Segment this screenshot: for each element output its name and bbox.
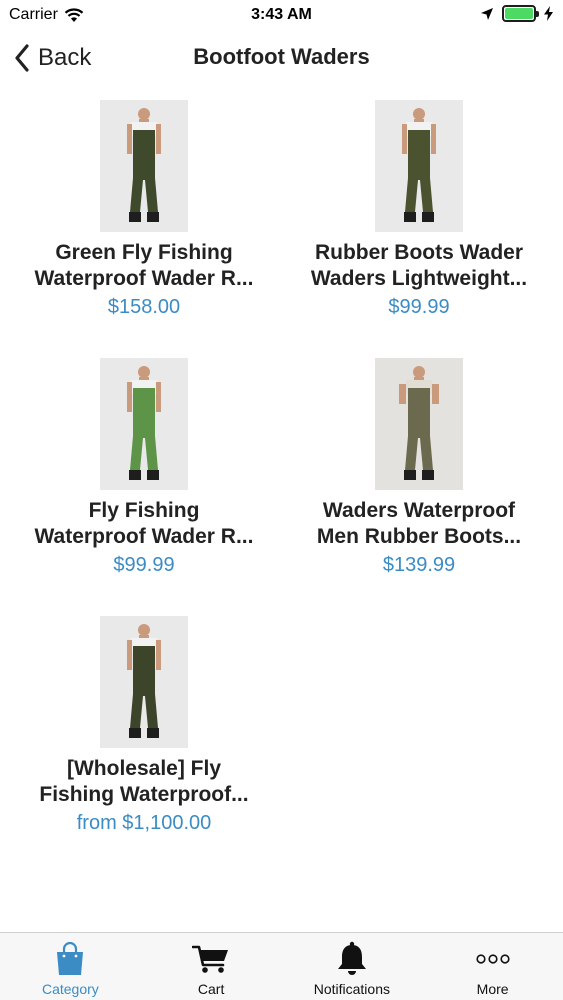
tab-label: Category bbox=[41, 981, 99, 997]
tab-label: Notifications bbox=[313, 981, 390, 997]
tab-more[interactable]: More bbox=[422, 933, 563, 1000]
product-price: $99.99 bbox=[113, 554, 175, 576]
product-name-line1: Waders Waterproof bbox=[322, 499, 516, 522]
status-right bbox=[480, 5, 553, 22]
product-name-line1: Rubber Boots Wader bbox=[314, 241, 524, 264]
product-name-line1: [Wholesale] Fly bbox=[66, 757, 222, 780]
tab-bar: Category Cart Notifications More bbox=[0, 932, 563, 1000]
location-arrow-icon bbox=[481, 7, 493, 20]
product-name-line1: Green Fly Fishing bbox=[55, 241, 233, 264]
product-name-line2: Waders Lightweight... bbox=[310, 267, 528, 290]
product-card[interactable]: [Wholesale] Fly Fishing Waterproof... fr… bbox=[9, 616, 279, 835]
product-name-line1: Fly Fishing bbox=[88, 499, 200, 522]
screen: Carrier 3:43 AM Back Bootfoot Waders Gre… bbox=[0, 0, 563, 1000]
status-bar: Carrier 3:43 AM bbox=[0, 0, 563, 30]
product-image bbox=[100, 616, 188, 748]
tab-notifications[interactable]: Notifications bbox=[282, 933, 423, 1000]
charging-bolt-icon bbox=[544, 6, 553, 21]
tab-category[interactable]: Category bbox=[0, 933, 141, 1000]
shopping-bag-icon bbox=[57, 942, 84, 975]
product-price: $99.99 bbox=[388, 296, 450, 318]
battery-icon bbox=[502, 5, 539, 22]
product-image bbox=[100, 100, 188, 232]
product-image bbox=[375, 100, 463, 232]
more-icon bbox=[476, 954, 510, 964]
product-name-line2: Waterproof Wader R... bbox=[34, 525, 254, 548]
product-card[interactable]: Fly Fishing Waterproof Wader R... $99.99 bbox=[9, 358, 279, 577]
product-name-line2: Fishing Waterproof... bbox=[39, 783, 249, 806]
page-title: Bootfoot Waders bbox=[193, 44, 370, 69]
product-price: $139.99 bbox=[382, 554, 456, 576]
tab-cart[interactable]: Cart bbox=[141, 933, 282, 1000]
nav-bar: Back Bootfoot Waders bbox=[0, 30, 563, 86]
product-image bbox=[100, 358, 188, 490]
product-card[interactable]: Green Fly Fishing Waterproof Wader R... … bbox=[9, 100, 279, 319]
product-price: from $1,100.00 bbox=[76, 812, 212, 834]
product-name-line2: Waterproof Wader R... bbox=[34, 267, 254, 290]
product-price: $158.00 bbox=[107, 296, 181, 318]
cart-icon bbox=[192, 945, 229, 973]
tab-label: Cart bbox=[197, 981, 225, 997]
product-card[interactable]: Waders Waterproof Men Rubber Boots... $1… bbox=[284, 358, 554, 577]
bell-icon bbox=[337, 941, 366, 975]
product-card[interactable]: Rubber Boots Wader Waders Lightweight...… bbox=[284, 100, 554, 319]
tab-label: More bbox=[476, 981, 509, 997]
product-image bbox=[375, 358, 463, 490]
clock: 3:43 AM bbox=[251, 6, 312, 23]
product-name-line2: Men Rubber Boots... bbox=[316, 525, 522, 548]
